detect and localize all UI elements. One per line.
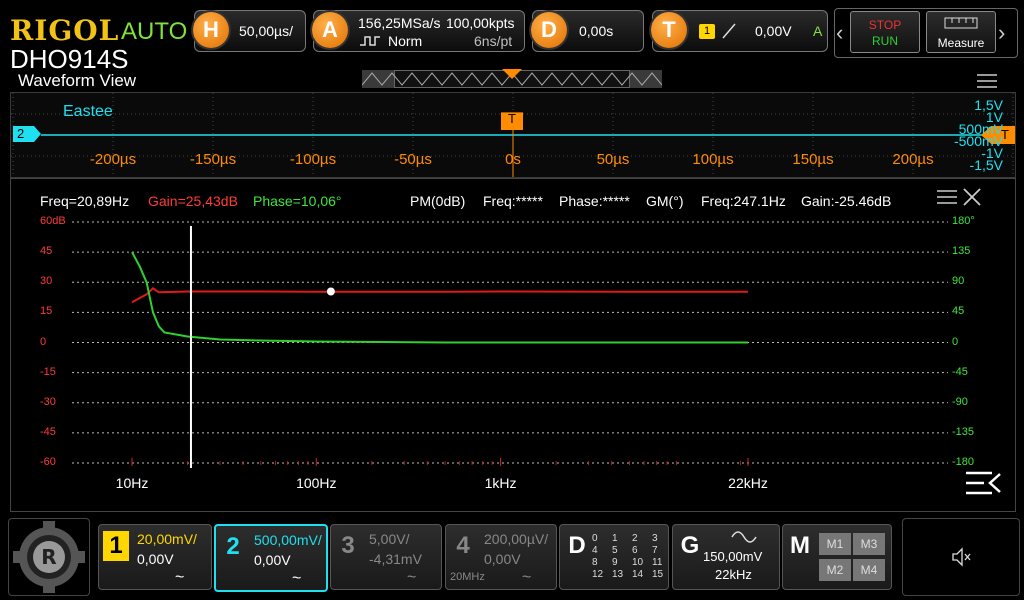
frequency-tick-label: 100Hz — [296, 475, 337, 491]
digital-channel-label: 5 — [612, 545, 618, 556]
digital-channel-label: 9 — [612, 557, 618, 568]
digital-channel-label: 0 — [592, 533, 598, 544]
channel-2-number: 2 — [226, 533, 240, 560]
math-box[interactable]: M M1 M3 M2 M4 — [782, 524, 892, 590]
digital-channel-label: 4 — [592, 545, 598, 556]
gain-curve — [131, 287, 748, 304]
generator-amplitude: 150,00mV — [703, 549, 763, 564]
gain-tick-label: 60dB — [40, 215, 66, 227]
channel-4-offset: 0,00V — [484, 551, 521, 567]
phase-tick-label: -45 — [952, 365, 968, 378]
digital-channel-label: 3 — [652, 533, 658, 544]
digital-channel-label: 8 — [592, 557, 598, 568]
gain-tick-label: -45 — [40, 425, 56, 438]
svg-text:R: R — [41, 545, 56, 569]
phase-tick-label: 180° — [952, 215, 975, 227]
channel-2-scale: 500,00mV/ — [254, 532, 322, 548]
math-m1-button[interactable]: M1 — [819, 533, 851, 555]
gain-tick-label: 0 — [40, 335, 47, 348]
channel-2-box[interactable]: 2 500,00mV/ 0,00V ~ — [214, 524, 328, 592]
collapse-menu-icon[interactable] — [964, 470, 1002, 503]
phase-curve — [131, 251, 748, 344]
channel-4-coupling: ~ — [522, 569, 532, 586]
phase-tick-label: 45 — [952, 305, 965, 318]
channel-3-box[interactable]: 3 5,00V/ -4,31mV ~ — [330, 524, 442, 590]
channel-1-scale: 20,00mV/ — [137, 531, 197, 547]
digital-channel-label: 14 — [632, 569, 644, 580]
channel-1-number: 1 — [103, 531, 129, 561]
channel-3-number: 3 — [341, 532, 355, 559]
channel-1-offset: 0,00V — [137, 551, 174, 567]
digital-label: D — [568, 532, 586, 559]
gear-icon: R — [13, 521, 85, 593]
channel-4-scale: 200,00µV/ — [484, 531, 549, 547]
digital-channel-label: 11 — [652, 557, 663, 568]
channel-4-number: 4 — [456, 532, 470, 559]
math-label: M — [790, 532, 810, 559]
channel-2-coupling: ~ — [292, 570, 302, 587]
digital-channel-label: 15 — [652, 569, 664, 580]
channel-4-box[interactable]: 4 200,00µV/ 0,00V 20MHz ~ — [445, 524, 557, 590]
home-button[interactable]: R — [8, 518, 90, 596]
frequency-tick-label: 22kHz — [728, 475, 768, 491]
channel-3-offset: -4,31mV — [369, 551, 422, 567]
digital-box[interactable]: D 0 4 8 12 1 5 9 13 2 6 10 14 3 7 11 15 — [559, 524, 669, 590]
channel-2-offset: 0,00V — [254, 552, 291, 568]
generator-frequency: 22kHz — [715, 567, 752, 582]
channel-1-coupling: ~ — [175, 569, 185, 586]
digital-channel-label: 2 — [632, 533, 638, 544]
channel-3-scale: 5,00V/ — [369, 531, 410, 547]
gain-tick-label: 45 — [40, 245, 53, 258]
frequency-tick-label: 10Hz — [115, 475, 149, 491]
digital-channel-label: 1 — [612, 533, 618, 544]
channel-1-box[interactable]: 1 20,00mV/ 0,00V ~ — [98, 524, 212, 590]
marker-point — [326, 287, 335, 296]
bode-chart[interactable] — [0, 0, 1024, 600]
volume-button[interactable] — [902, 518, 1020, 596]
phase-tick-label: -180 — [952, 456, 975, 468]
gain-tick-label: -60 — [40, 456, 56, 468]
gain-tick-label: -15 — [40, 365, 56, 378]
gain-tick-label: 30 — [40, 275, 53, 288]
channel-3-coupling: ~ — [407, 569, 417, 586]
generator-label: G — [680, 532, 700, 559]
generator-box[interactable]: G 150,00mV 22kHz — [672, 524, 780, 590]
sine-wave-icon — [731, 531, 757, 543]
math-m4-button[interactable]: M4 — [853, 559, 885, 581]
phase-tick-label: -90 — [952, 395, 968, 408]
digital-channel-label: 10 — [632, 557, 644, 568]
phase-tick-label: 0 — [952, 335, 959, 348]
math-m2-button[interactable]: M2 — [819, 559, 851, 581]
channel-4-bandwidth: 20MHz — [450, 571, 485, 583]
digital-channel-label: 12 — [592, 569, 604, 580]
math-m3-button[interactable]: M3 — [853, 533, 885, 555]
phase-tick-label: 135 — [952, 245, 971, 258]
digital-channel-label: 7 — [652, 545, 658, 556]
gain-tick-label: 15 — [40, 305, 53, 318]
digital-channel-label: 13 — [612, 569, 624, 580]
gain-tick-label: -30 — [40, 395, 56, 408]
frequency-tick-label: 1kHz — [484, 475, 517, 491]
digital-channel-label: 6 — [632, 545, 638, 556]
speaker-muted-icon — [952, 547, 971, 567]
phase-tick-label: -135 — [952, 425, 975, 438]
phase-tick-label: 90 — [952, 275, 965, 288]
